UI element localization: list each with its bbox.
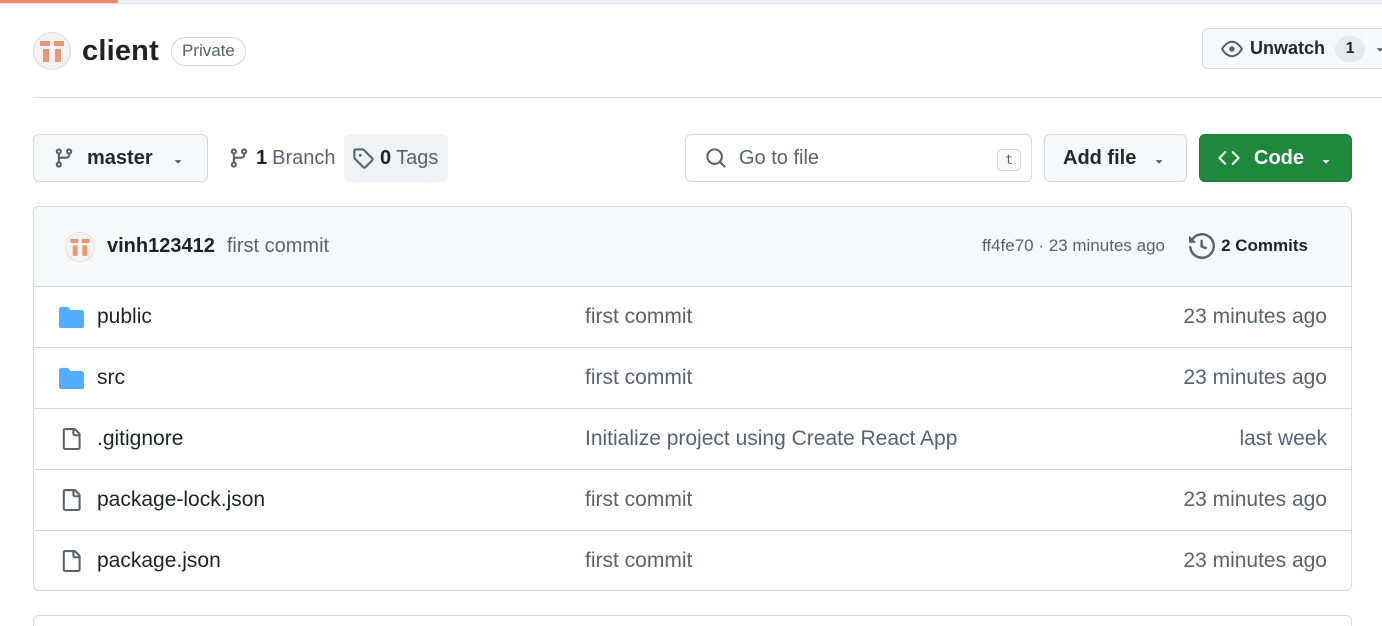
unwatch-label: Unwatch bbox=[1250, 38, 1326, 58]
latest-commit-bar: vinh123412 first commit ff4fe70 · 23 min… bbox=[34, 207, 1351, 287]
tag-icon bbox=[353, 148, 374, 169]
file-commit-message[interactable]: first commit bbox=[585, 305, 692, 329]
file-commit-time: last week bbox=[1239, 427, 1327, 450]
file-commit-message[interactable]: first commit bbox=[585, 549, 692, 573]
file-row-src[interactable]: src first commit 23 minutes ago bbox=[34, 348, 1351, 409]
tags-count: 0 bbox=[380, 146, 392, 169]
add-file-label: Add file bbox=[1063, 146, 1137, 169]
branches-count: 1 bbox=[256, 146, 268, 169]
file-commit-message[interactable]: Initialize project using Create React Ap… bbox=[585, 427, 957, 451]
unwatch-button[interactable]: Unwatch 1 bbox=[1202, 28, 1382, 69]
file-name[interactable]: public bbox=[97, 305, 152, 329]
git-branch-icon bbox=[230, 148, 248, 168]
page-load-progress bbox=[0, 0, 1382, 4]
file-commit-time: 23 minutes ago bbox=[1183, 488, 1327, 511]
caret-down-icon bbox=[1155, 160, 1163, 164]
file-name[interactable]: .gitignore bbox=[97, 427, 183, 451]
readme-panel bbox=[33, 615, 1352, 626]
repo-name[interactable]: client bbox=[82, 35, 159, 68]
file-name[interactable]: package-lock.json bbox=[97, 488, 265, 512]
branches-link[interactable]: 1 Branch bbox=[228, 134, 336, 182]
file-commit-message[interactable]: first commit bbox=[585, 488, 692, 512]
code-icon bbox=[1218, 151, 1240, 165]
owner-avatar[interactable] bbox=[33, 32, 71, 70]
commit-message[interactable]: first commit bbox=[227, 235, 329, 258]
watchers-count: 1 bbox=[1335, 35, 1366, 62]
code-button[interactable]: Code bbox=[1199, 134, 1352, 182]
file-icon bbox=[58, 488, 84, 512]
visibility-badge: Private bbox=[170, 36, 246, 66]
file-row-package[interactable]: package.json first commit 23 minutes ago bbox=[34, 531, 1351, 590]
identicon-icon bbox=[70, 238, 90, 256]
commits-history-link[interactable]: 2 Commits bbox=[1189, 233, 1308, 259]
caret-down-icon bbox=[174, 160, 182, 164]
add-file-button[interactable]: Add file bbox=[1044, 134, 1187, 182]
file-icon bbox=[58, 427, 84, 451]
file-icon bbox=[58, 549, 84, 573]
header-divider bbox=[33, 97, 1382, 98]
identicon-icon bbox=[40, 41, 64, 62]
go-to-file-input[interactable]: Go to file t bbox=[685, 134, 1032, 182]
code-label: Code bbox=[1254, 146, 1304, 169]
branches-label: Branch bbox=[272, 146, 336, 169]
keyboard-shortcut-hint: t bbox=[997, 149, 1021, 171]
eye-icon bbox=[1221, 40, 1243, 57]
tags-label: Tags bbox=[396, 146, 439, 169]
caret-down-icon bbox=[1322, 160, 1330, 164]
file-commit-time: 23 minutes ago bbox=[1183, 549, 1327, 572]
caret-down-icon[interactable] bbox=[1373, 42, 1382, 56]
file-row-package-lock[interactable]: package-lock.json first commit 23 minute… bbox=[34, 470, 1351, 531]
commit-author[interactable]: vinh123412 bbox=[107, 235, 215, 258]
folder-icon bbox=[58, 305, 84, 329]
file-table: vinh123412 first commit ff4fe70 · 23 min… bbox=[33, 206, 1352, 591]
repo-header: client Private bbox=[33, 30, 246, 72]
folder-icon bbox=[58, 366, 84, 390]
file-commit-time: 23 minutes ago bbox=[1183, 305, 1327, 328]
tags-link[interactable]: 0 Tags bbox=[344, 134, 448, 182]
file-row-public[interactable]: public first commit 23 minutes ago bbox=[34, 287, 1351, 348]
search-icon bbox=[706, 148, 726, 168]
commit-hash-time[interactable]: ff4fe70 · 23 minutes ago bbox=[982, 236, 1165, 256]
file-row-gitignore[interactable]: .gitignore Initialize project using Crea… bbox=[34, 409, 1351, 470]
search-placeholder: Go to file bbox=[739, 146, 820, 169]
history-icon bbox=[1189, 233, 1216, 259]
branch-name: master bbox=[87, 146, 153, 169]
file-name[interactable]: package.json bbox=[97, 549, 221, 573]
git-branch-icon bbox=[55, 148, 73, 168]
author-avatar[interactable] bbox=[65, 231, 95, 262]
file-name[interactable]: src bbox=[97, 366, 125, 390]
file-commit-time: 23 minutes ago bbox=[1183, 366, 1327, 389]
branch-selector-button[interactable]: master bbox=[33, 134, 208, 182]
commits-count-label: 2 Commits bbox=[1221, 236, 1308, 255]
file-commit-message[interactable]: first commit bbox=[585, 366, 692, 390]
